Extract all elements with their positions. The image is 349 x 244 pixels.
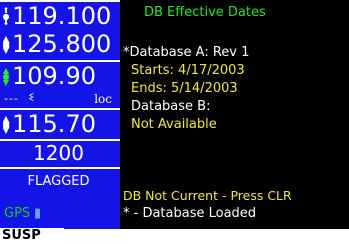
db-not-current-message: DB Not Current - Press CLR [123, 188, 292, 203]
database-loaded-legend: * - Database Loaded [123, 206, 257, 221]
transponder-code[interactable]: 1200 [0, 142, 117, 164]
gps-unit-screen: ⬆ ● ⬇ 119.100 ▲ ■ ▼ 125.800 ▲ ● ▼ 109.90 --- ꗨ… [0, 0, 349, 244]
nav-ident-row: --- ꗨ loc [4, 91, 118, 106]
ident-icon: ꗨ [28, 91, 35, 104]
nav-active-value: 109.90 [12, 62, 96, 90]
database-page: DB Effective Dates *Database A: Rev 1 St… [120, 0, 349, 229]
nav-standby-indicator-icon: ▲ ■ ▼ [2, 114, 10, 135]
radio-panel: ⬆ ● ⬇ 119.100 ▲ ■ ▼ 125.800 ▲ ● ▼ 109.90 --- ꗨ… [0, 0, 120, 229]
database-a-ends: Ends: 5/14/2003 [131, 81, 238, 96]
database-b-status: Not Available [131, 117, 217, 132]
nav-ident-dashes: --- [4, 92, 19, 105]
com-active-value: 119.100 [12, 2, 112, 30]
com-standby-indicator-icon: ▲ ■ ▼ [2, 34, 10, 55]
nav-ident-label: loc [94, 92, 112, 106]
database-b-label: Database B: [131, 99, 211, 114]
gps-annunciator: GPS [4, 206, 31, 221]
status-annunciator: FLAGGED [27, 174, 90, 189]
com-active-indicator-icon: ⬆ ● ⬇ [2, 6, 10, 27]
database-a-starts: Starts: 4/17/2003 [131, 63, 245, 78]
nav-active-indicator-icon: ▲ ● ▼ [2, 66, 10, 87]
divider [0, 167, 120, 169]
gps-signal-icon: ▮ [34, 206, 42, 221]
nav-standby-value: 115.70 [12, 110, 96, 138]
page-title: DB Effective Dates [144, 5, 266, 20]
database-a-label: *Database A: Rev 1 [123, 45, 250, 60]
suspend-annunciator: SUSP [0, 228, 64, 244]
com-standby-value: 125.800 [12, 30, 112, 58]
